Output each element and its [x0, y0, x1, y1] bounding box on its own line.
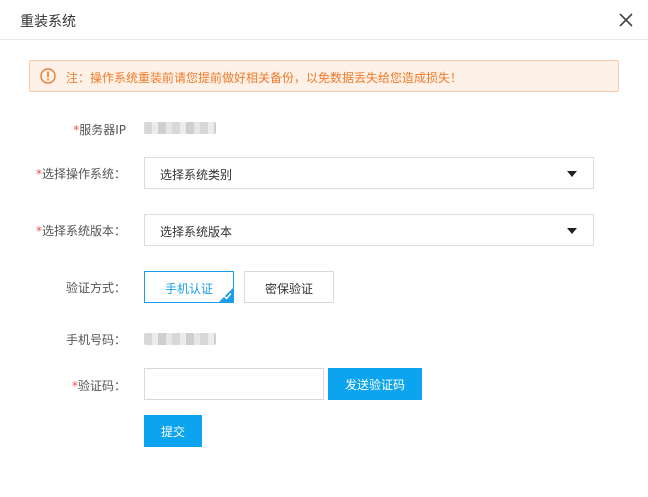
dropdown-arrow-icon	[567, 171, 577, 177]
masked-phone-value	[144, 333, 216, 345]
verify-method-label: 验证方式：	[65, 281, 126, 295]
code-label: *验证码：	[71, 379, 126, 393]
masked-ip-value	[144, 122, 216, 134]
reinstall-dialog: 重装系统 注：操作系统重装前请您提前做好相关备份，以免数据丢失给您造成损失！ *…	[0, 0, 648, 497]
warning-notice: 注：操作系统重装前请您提前做好相关备份，以免数据丢失给您造成损失！	[29, 60, 619, 92]
close-button[interactable]	[616, 10, 636, 30]
version-select-value: 选择系统版本	[160, 225, 233, 239]
check-icon	[223, 292, 232, 300]
security-question-option[interactable]: 密保验证	[244, 271, 334, 303]
notice-text: 注：操作系统重装前请您提前做好相关备份，以免数据丢失给您造成损失！	[66, 71, 463, 85]
verification-code-input[interactable]	[144, 368, 324, 400]
server-ip-label: *服务器IP	[73, 123, 126, 137]
dialog-title: 重装系统	[20, 14, 76, 30]
warning-circle-icon	[40, 68, 56, 84]
close-icon	[619, 13, 633, 27]
version-label: *选择系统版本：	[35, 224, 126, 238]
phone-auth-option[interactable]: 手机认证	[144, 271, 234, 303]
send-code-button[interactable]: 发送验证码	[328, 368, 422, 400]
version-select[interactable]: 选择系统版本	[144, 214, 594, 246]
submit-button[interactable]: 提交	[144, 415, 202, 447]
os-label: *选择操作系统：	[35, 167, 126, 181]
dialog-header: 重装系统	[0, 0, 648, 40]
os-select[interactable]: 选择系统类别	[144, 157, 594, 189]
phone-label: 手机号码：	[65, 333, 126, 347]
dropdown-arrow-icon	[567, 228, 577, 234]
security-question-label: 密保验证	[264, 282, 313, 296]
os-select-value: 选择系统类别	[160, 168, 233, 182]
